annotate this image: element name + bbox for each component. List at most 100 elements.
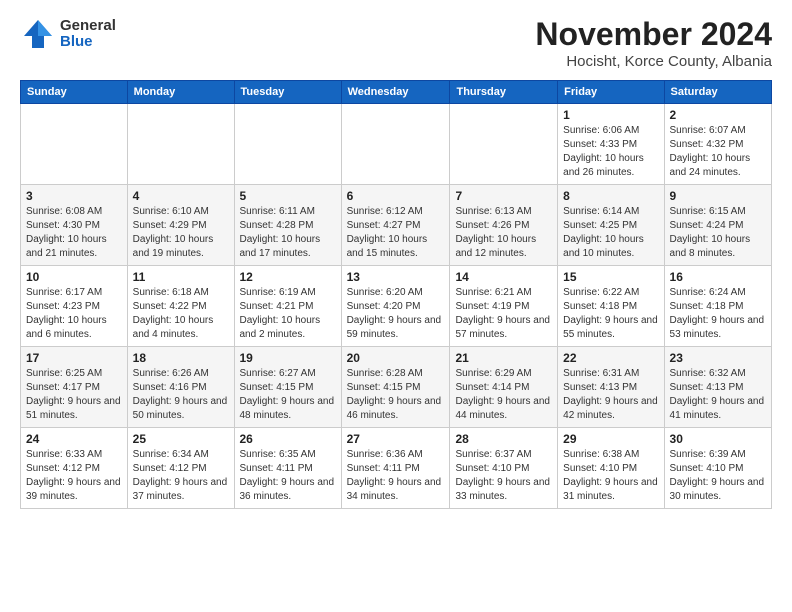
day-info: Sunrise: 6:29 AM Sunset: 4:14 PM Dayligh… (455, 367, 552, 423)
day-info: Sunrise: 6:12 AM Sunset: 4:27 PM Dayligh… (347, 205, 445, 261)
calendar-cell: 1 Sunrise: 6:06 AM Sunset: 4:33 PM Daylig… (558, 104, 664, 185)
day-info: Sunrise: 6:17 AM Sunset: 4:23 PM Dayligh… (26, 286, 122, 342)
day-number: 26 (240, 432, 336, 446)
calendar-cell (341, 104, 450, 185)
calendar-cell: 3 Sunrise: 6:08 AM Sunset: 4:30 PM Daylig… (21, 185, 128, 266)
calendar-cell: 6 Sunrise: 6:12 AM Sunset: 4:27 PM Daylig… (341, 185, 450, 266)
logo-blue: Blue (60, 34, 116, 51)
calendar-cell: 26 Sunrise: 6:35 AM Sunset: 4:11 PM Dayli… (234, 428, 341, 509)
day-info: Sunrise: 6:33 AM Sunset: 4:12 PM Dayligh… (26, 448, 122, 504)
calendar-cell: 29 Sunrise: 6:38 AM Sunset: 4:10 PM Dayli… (558, 428, 664, 509)
day-info: Sunrise: 6:21 AM Sunset: 4:19 PM Dayligh… (455, 286, 552, 342)
location-title: Hocisht, Korce County, Albania (535, 53, 772, 70)
calendar-cell (234, 104, 341, 185)
calendar-week-3: 10 Sunrise: 6:17 AM Sunset: 4:23 PM Dayli… (21, 266, 772, 347)
day-info: Sunrise: 6:06 AM Sunset: 4:33 PM Dayligh… (563, 124, 658, 180)
header: General Blue November 2024 Hocisht, Korc… (20, 16, 772, 70)
calendar-cell (127, 104, 234, 185)
day-number: 15 (563, 270, 658, 284)
day-info: Sunrise: 6:20 AM Sunset: 4:20 PM Dayligh… (347, 286, 445, 342)
calendar-cell: 25 Sunrise: 6:34 AM Sunset: 4:12 PM Dayli… (127, 428, 234, 509)
calendar-cell: 9Sunrise: 6:15 AM Sunset: 4:24 PM Daylig… (664, 185, 771, 266)
page: General Blue November 2024 Hocisht, Korc… (0, 0, 792, 519)
day-number: 1 (563, 108, 658, 122)
calendar-cell: 13Sunrise: 6:20 AM Sunset: 4:20 PM Dayli… (341, 266, 450, 347)
day-info: Sunrise: 6:18 AM Sunset: 4:22 PM Dayligh… (133, 286, 229, 342)
day-number: 18 (133, 351, 229, 365)
calendar-cell (450, 104, 558, 185)
weekday-header-saturday: Saturday (664, 81, 771, 104)
calendar-cell: 7 Sunrise: 6:13 AM Sunset: 4:26 PM Daylig… (450, 185, 558, 266)
day-number: 2 (670, 108, 766, 122)
day-info: Sunrise: 6:25 AM Sunset: 4:17 PM Dayligh… (26, 367, 122, 423)
day-info: Sunrise: 6:08 AM Sunset: 4:30 PM Dayligh… (26, 205, 122, 261)
calendar-cell: 12 Sunrise: 6:19 AM Sunset: 4:21 PM Dayli… (234, 266, 341, 347)
calendar-cell: 15 Sunrise: 6:22 AM Sunset: 4:18 PM Dayli… (558, 266, 664, 347)
day-number: 25 (133, 432, 229, 446)
day-number: 21 (455, 351, 552, 365)
logo: General Blue (20, 16, 116, 52)
title-area: November 2024 Hocisht, Korce County, Alb… (535, 16, 772, 70)
logo-text: General Blue (60, 18, 116, 51)
calendar-cell: 16Sunrise: 6:24 AM Sunset: 4:18 PM Dayli… (664, 266, 771, 347)
calendar-cell: 22Sunrise: 6:31 AM Sunset: 4:13 PM Dayli… (558, 347, 664, 428)
calendar-cell: 17 Sunrise: 6:25 AM Sunset: 4:17 PM Dayli… (21, 347, 128, 428)
month-title: November 2024 (535, 16, 772, 53)
day-info: Sunrise: 6:22 AM Sunset: 4:18 PM Dayligh… (563, 286, 658, 342)
calendar-cell: 8 Sunrise: 6:14 AM Sunset: 4:25 PM Daylig… (558, 185, 664, 266)
calendar-cell: 18 Sunrise: 6:26 AM Sunset: 4:16 PM Dayli… (127, 347, 234, 428)
weekday-header-wednesday: Wednesday (341, 81, 450, 104)
calendar-cell: 30Sunrise: 6:39 AM Sunset: 4:10 PM Dayli… (664, 428, 771, 509)
day-info: Sunrise: 6:36 AM Sunset: 4:11 PM Dayligh… (347, 448, 445, 504)
day-info: Sunrise: 6:38 AM Sunset: 4:10 PM Dayligh… (563, 448, 658, 504)
day-info: Sunrise: 6:11 AM Sunset: 4:28 PM Dayligh… (240, 205, 336, 261)
calendar-cell: 20Sunrise: 6:28 AM Sunset: 4:15 PM Dayli… (341, 347, 450, 428)
day-number: 8 (563, 189, 658, 203)
day-number: 4 (133, 189, 229, 203)
calendar-cell: 4Sunrise: 6:10 AM Sunset: 4:29 PM Daylig… (127, 185, 234, 266)
day-number: 17 (26, 351, 122, 365)
day-info: Sunrise: 6:24 AM Sunset: 4:18 PM Dayligh… (670, 286, 766, 342)
weekday-header-tuesday: Tuesday (234, 81, 341, 104)
day-info: Sunrise: 6:32 AM Sunset: 4:13 PM Dayligh… (670, 367, 766, 423)
calendar-header: SundayMondayTuesdayWednesdayThursdayFrid… (21, 81, 772, 104)
day-info: Sunrise: 6:26 AM Sunset: 4:16 PM Dayligh… (133, 367, 229, 423)
day-number: 11 (133, 270, 229, 284)
logo-general: General (60, 18, 116, 35)
day-number: 7 (455, 189, 552, 203)
day-number: 3 (26, 189, 122, 203)
calendar-body: 1 Sunrise: 6:06 AM Sunset: 4:33 PM Daylig… (21, 104, 772, 509)
day-info: Sunrise: 6:27 AM Sunset: 4:15 PM Dayligh… (240, 367, 336, 423)
calendar-cell: 10 Sunrise: 6:17 AM Sunset: 4:23 PM Dayli… (21, 266, 128, 347)
day-number: 14 (455, 270, 552, 284)
calendar-week-2: 3 Sunrise: 6:08 AM Sunset: 4:30 PM Daylig… (21, 185, 772, 266)
calendar-cell: 5 Sunrise: 6:11 AM Sunset: 4:28 PM Daylig… (234, 185, 341, 266)
calendar-cell: 14 Sunrise: 6:21 AM Sunset: 4:19 PM Dayli… (450, 266, 558, 347)
calendar-cell: 19 Sunrise: 6:27 AM Sunset: 4:15 PM Dayli… (234, 347, 341, 428)
day-number: 10 (26, 270, 122, 284)
day-info: Sunrise: 6:13 AM Sunset: 4:26 PM Dayligh… (455, 205, 552, 261)
weekday-header-thursday: Thursday (450, 81, 558, 104)
weekday-row: SundayMondayTuesdayWednesdayThursdayFrid… (21, 81, 772, 104)
calendar-table: SundayMondayTuesdayWednesdayThursdayFrid… (20, 80, 772, 509)
calendar-week-5: 24Sunrise: 6:33 AM Sunset: 4:12 PM Dayli… (21, 428, 772, 509)
day-number: 6 (347, 189, 445, 203)
day-info: Sunrise: 6:15 AM Sunset: 4:24 PM Dayligh… (670, 205, 766, 261)
day-number: 19 (240, 351, 336, 365)
day-info: Sunrise: 6:28 AM Sunset: 4:15 PM Dayligh… (347, 367, 445, 423)
day-info: Sunrise: 6:19 AM Sunset: 4:21 PM Dayligh… (240, 286, 336, 342)
day-info: Sunrise: 6:31 AM Sunset: 4:13 PM Dayligh… (563, 367, 658, 423)
day-info: Sunrise: 6:34 AM Sunset: 4:12 PM Dayligh… (133, 448, 229, 504)
day-number: 29 (563, 432, 658, 446)
weekday-header-sunday: Sunday (21, 81, 128, 104)
calendar-cell: 11 Sunrise: 6:18 AM Sunset: 4:22 PM Dayli… (127, 266, 234, 347)
day-info: Sunrise: 6:35 AM Sunset: 4:11 PM Dayligh… (240, 448, 336, 504)
calendar-week-1: 1 Sunrise: 6:06 AM Sunset: 4:33 PM Daylig… (21, 104, 772, 185)
day-info: Sunrise: 6:14 AM Sunset: 4:25 PM Dayligh… (563, 205, 658, 261)
calendar-cell: 21 Sunrise: 6:29 AM Sunset: 4:14 PM Dayli… (450, 347, 558, 428)
day-number: 27 (347, 432, 445, 446)
day-number: 12 (240, 270, 336, 284)
calendar-cell: 28Sunrise: 6:37 AM Sunset: 4:10 PM Dayli… (450, 428, 558, 509)
day-number: 5 (240, 189, 336, 203)
calendar-cell: 23Sunrise: 6:32 AM Sunset: 4:13 PM Dayli… (664, 347, 771, 428)
